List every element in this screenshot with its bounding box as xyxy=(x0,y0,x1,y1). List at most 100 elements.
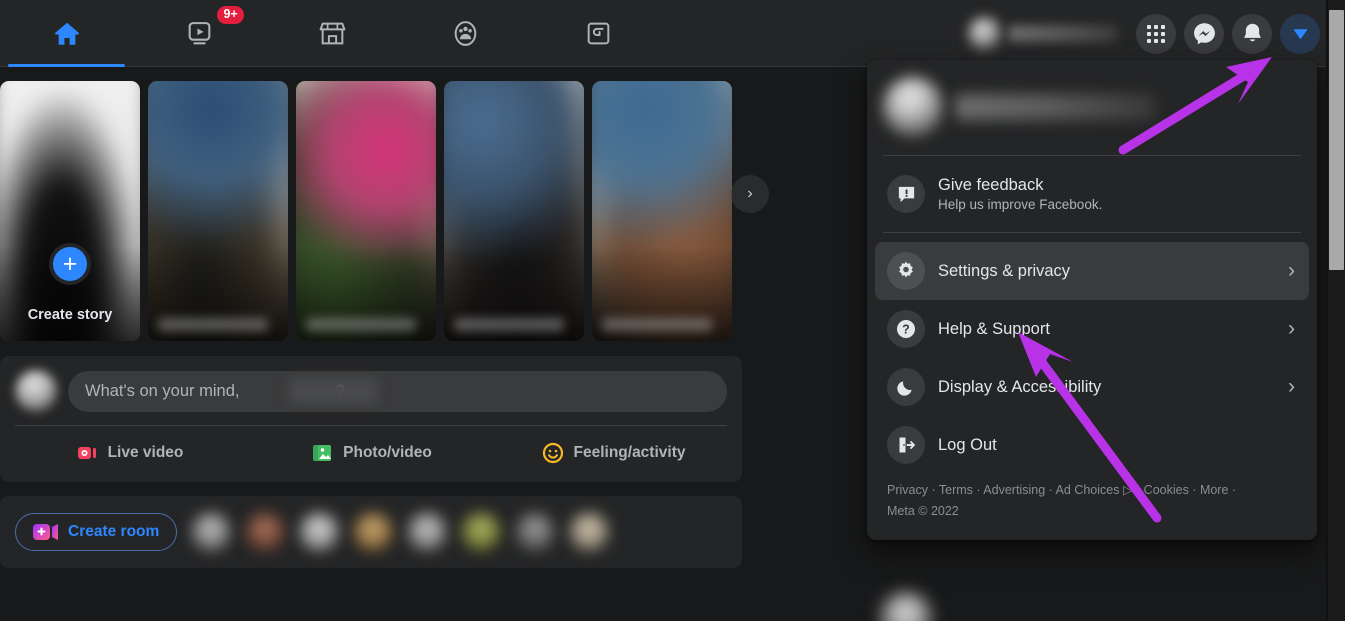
feeling-activity-label: Feeling/activity xyxy=(573,444,686,461)
divider xyxy=(883,155,1301,156)
page-scrollbar-track[interactable] xyxy=(1328,0,1345,621)
nav-tab-gaming[interactable] xyxy=(532,0,665,67)
avatar xyxy=(968,16,1002,51)
chevron-right-icon: › xyxy=(747,185,753,202)
create-room-label: Create room xyxy=(68,523,160,540)
dropdown-item-log-out[interactable]: Log Out xyxy=(875,416,1309,474)
account-menu-button[interactable] xyxy=(1280,13,1320,54)
create-story-plus-icon[interactable]: + xyxy=(49,243,91,285)
home-icon xyxy=(54,22,79,45)
nav-tab-home[interactable] xyxy=(0,0,133,67)
feedback-icon xyxy=(887,175,925,213)
marketplace-icon xyxy=(319,22,346,45)
messenger-button[interactable] xyxy=(1184,13,1224,54)
groups-icon xyxy=(454,21,477,46)
news-feed-column: + Create story › What's on your mind, Li… xyxy=(0,67,769,568)
nav-tabs: 9+ xyxy=(0,0,665,67)
story-card[interactable] xyxy=(444,81,584,341)
question-icon: ? xyxy=(887,310,925,348)
gear-icon xyxy=(887,252,925,290)
story-card[interactable] xyxy=(296,81,436,341)
top-navigation-bar: 9+ xyxy=(0,0,1330,67)
story-card[interactable] xyxy=(592,81,732,341)
nav-tab-groups[interactable] xyxy=(399,0,532,67)
feeling-activity-button[interactable]: Feeling/activity xyxy=(492,433,734,473)
grid-menu-icon xyxy=(1147,24,1165,43)
dropdown-item-title: Settings & privacy xyxy=(938,261,1071,280)
stories-carousel: + Create story › xyxy=(0,67,769,342)
room-participant-avatar[interactable] xyxy=(299,512,340,552)
moon-icon xyxy=(887,368,925,406)
profile-name-redacted xyxy=(1008,25,1118,42)
emoji-icon xyxy=(542,442,563,464)
room-participant-avatar[interactable] xyxy=(245,512,286,552)
room-participant-avatar[interactable] xyxy=(407,512,448,552)
live-video-icon xyxy=(77,447,96,459)
divider xyxy=(883,232,1301,233)
photo-video-button[interactable]: Photo/video xyxy=(250,433,492,473)
composer-user-firstname-redacted xyxy=(289,378,377,403)
nav-tab-marketplace[interactable] xyxy=(266,0,399,67)
nav-right-controls xyxy=(966,0,1320,67)
dropdown-item-title: Help & Support xyxy=(938,319,1050,338)
watch-badge-count: 9+ xyxy=(215,4,246,26)
dropdown-item-give-feedback[interactable]: Give feedback Help us improve Facebook. xyxy=(875,165,1309,223)
notifications-button[interactable] xyxy=(1232,13,1272,54)
facebook-page: + Create story › What's on your mind, Li… xyxy=(0,0,1345,621)
photo-video-label: Photo/video xyxy=(343,444,432,461)
dropdown-item-help-support[interactable]: ? Help & Support › xyxy=(875,300,1309,358)
chevron-right-icon: › xyxy=(1288,259,1295,282)
chevron-down-icon xyxy=(1292,29,1308,40)
stories-next-button[interactable]: › xyxy=(731,175,769,213)
video-room-icon xyxy=(33,524,58,540)
dropdown-item-display-accessibility[interactable]: Display & Accessibility › xyxy=(875,358,1309,416)
room-participant-avatar[interactable] xyxy=(515,512,556,552)
nav-tab-watch[interactable]: 9+ xyxy=(133,0,266,67)
dropdown-item-text: Give feedback Help us improve Facebook. xyxy=(938,176,1102,212)
avatar xyxy=(883,77,943,137)
story-author-name xyxy=(602,318,712,331)
gaming-icon xyxy=(587,22,610,45)
room-participant-avatar[interactable] xyxy=(353,512,394,552)
messenger-icon xyxy=(1193,23,1215,45)
logout-icon xyxy=(887,426,925,464)
room-participant-avatar[interactable] xyxy=(191,512,232,552)
story-author-name xyxy=(306,318,416,331)
dropdown-profile-name-redacted xyxy=(955,94,1155,120)
svg-text:?: ? xyxy=(902,323,910,337)
rooms-row: Create room xyxy=(0,496,742,568)
dropdown-item-title: Display & Accessibility xyxy=(938,377,1102,396)
room-participant-avatar[interactable] xyxy=(569,512,610,552)
live-video-button[interactable]: Live video xyxy=(8,433,250,473)
dropdown-item-settings-privacy[interactable]: Settings & privacy › xyxy=(875,242,1309,300)
composer-input[interactable]: What's on your mind, ? xyxy=(68,370,727,412)
background-avatar xyxy=(880,592,932,621)
composer-placeholder-prefix: What's on your mind, xyxy=(85,381,240,400)
story-author-name xyxy=(454,318,564,331)
profile-shortcut[interactable] xyxy=(966,15,1128,53)
dropdown-item-title: Log Out xyxy=(938,435,997,454)
post-composer-card: What's on your mind, ? Live video xyxy=(0,356,742,482)
composer-top-row: What's on your mind, ? xyxy=(0,356,742,425)
create-story-label: Create story xyxy=(27,307,113,323)
dropdown-footer-links[interactable]: Privacy · Terms · Advertising · Ad Choic… xyxy=(875,474,1275,532)
room-participant-avatar[interactable] xyxy=(461,512,502,552)
composer-actions-row: Live video Photo/video Feeling/activity xyxy=(0,426,742,482)
live-video-label: Live video xyxy=(107,444,184,461)
chevron-right-icon: › xyxy=(1288,375,1295,398)
active-tab-indicator xyxy=(8,64,125,67)
video-icon xyxy=(188,22,211,45)
dropdown-item-title: Give feedback xyxy=(938,176,1044,194)
menu-grid-button[interactable] xyxy=(1136,13,1176,54)
create-room-button[interactable]: Create room xyxy=(15,513,178,551)
dropdown-profile-row[interactable] xyxy=(875,68,1309,146)
account-dropdown-menu: Give feedback Help us improve Facebook. … xyxy=(867,60,1317,540)
bell-icon xyxy=(1243,23,1261,42)
create-story-card[interactable]: + Create story xyxy=(0,81,140,341)
chevron-right-icon: › xyxy=(1288,317,1295,340)
dropdown-item-subtitle: Help us improve Facebook. xyxy=(938,197,1103,212)
page-scrollbar-thumb[interactable] xyxy=(1329,10,1344,270)
story-card[interactable] xyxy=(148,81,288,341)
story-author-name xyxy=(158,318,268,331)
composer-avatar[interactable] xyxy=(15,370,57,412)
